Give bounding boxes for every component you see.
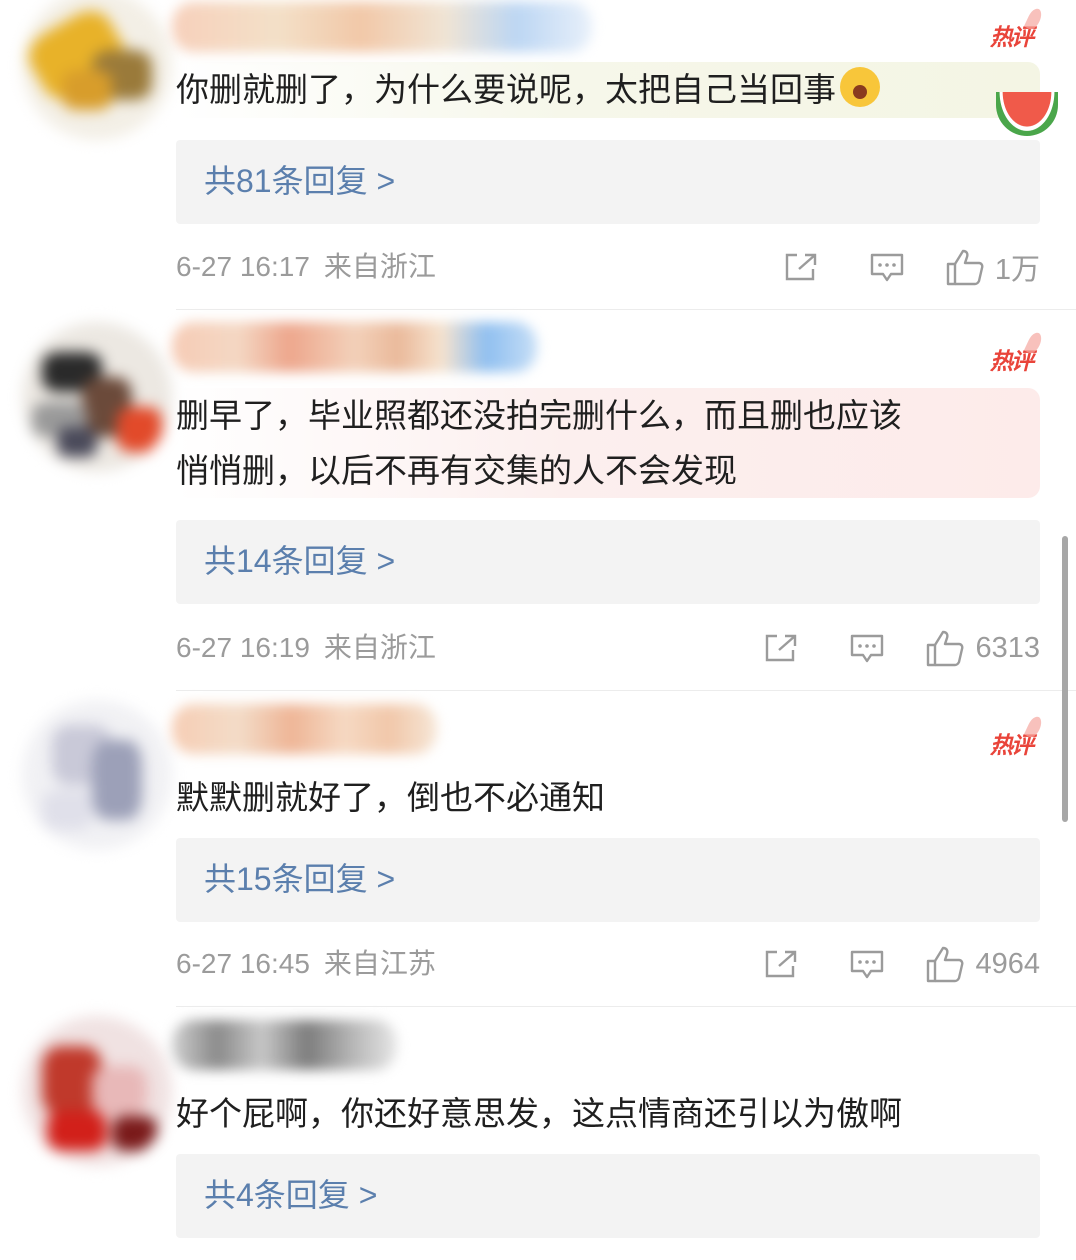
like-button[interactable]: 6313 [925,629,1040,667]
like-count: 4964 [975,947,1040,980]
username-blurred[interactable] [172,2,592,52]
share-button[interactable] [783,251,819,283]
comment-meta: 6-27 16:17 来自浙江 1万 [176,247,1040,287]
comment-time: 6-27 16:19 [176,632,310,663]
thumbs-up-icon [946,249,984,286]
comment-meta: 6-27 16:19 来自浙江 6313 [176,628,1040,668]
comment-location: 来自江苏 [323,948,436,979]
comment-button[interactable] [869,251,905,283]
comment-item: 热评 你删就删了，为什么要说呢，太把自己当回事 共81条回复 > 6-27 16… [0,0,1076,310]
like-count: 6313 [975,631,1040,664]
avatar[interactable] [22,0,172,140]
comment-actions: 1万 [783,247,1040,287]
comment-text: 你删就删了，为什么要说呢，太把自己当回事 [176,62,1040,118]
comment-actions: 4964 [763,944,1040,984]
hot-comment-badge: 热评 [990,726,1034,760]
like-count: 1万 [994,254,1040,286]
avatar[interactable] [22,1016,172,1166]
username-blurred[interactable] [172,322,537,372]
watermelon-sticker-icon [996,92,1058,136]
comment-icon [851,950,884,979]
username-blurred[interactable] [172,704,437,754]
comment-item: 热评 默默删就好了，倒也不必通知 共15条回复 > 6-27 16:45 来自江苏… [0,690,1076,1006]
view-replies-link[interactable]: 共15条回复 > [204,856,395,902]
comment-icon [851,634,884,663]
comment-text: 默默删就好了，倒也不必通知 [176,778,605,817]
comment-button[interactable] [849,948,885,980]
comment-location: 来自浙江 [323,251,436,282]
avatar[interactable] [22,322,172,472]
comment-button[interactable] [849,632,885,664]
comment-text: 删早了，毕业照都还没拍完删什么，而且删也应该 悄悄删，以后不再有交集的人不会发现 [176,388,1040,498]
avatar[interactable] [22,700,172,850]
share-icon [766,634,797,662]
username-blurred[interactable] [172,1020,397,1070]
reply-summary-box[interactable]: 共4条回复 > [176,1154,1040,1238]
like-button[interactable]: 1万 [945,246,1040,288]
like-button[interactable]: 4964 [925,945,1040,983]
reply-summary-box[interactable]: 共14条回复 > [176,520,1040,604]
view-replies-link[interactable]: 共81条回复 > [204,158,395,204]
comment-item: 好个屁啊，你还好意思发，这点情商还引以为傲啊 共4条回复 > [0,1006,1076,1260]
thumbs-up-icon [927,630,964,667]
share-button[interactable] [763,948,799,980]
comment-time: 6-27 16:45 [176,948,310,979]
comment-location: 来自浙江 [323,632,436,663]
share-icon [785,253,817,281]
comment-item: 热评 删早了，毕业照都还没拍完删什么，而且删也应该 悄悄删，以后不再有交集的人不… [0,310,1076,690]
thumbs-up-icon [927,946,964,983]
view-replies-link[interactable]: 共4条回复 > [204,1172,377,1218]
comment-text: 好个屁啊，你还好意思发，这点情商还引以为傲啊 [176,1094,902,1133]
hot-comment-badge: 热评 [990,18,1034,52]
comment-time: 6-27 16:17 [176,251,310,282]
hot-comment-badge: 热评 [990,342,1034,376]
comment-icon [870,253,904,282]
scrollbar[interactable] [1062,536,1068,822]
reply-summary-box[interactable]: 共81条回复 > [176,140,1040,224]
crying-face-emoji-icon [840,67,880,107]
comment-actions: 6313 [763,628,1040,668]
share-icon [766,950,797,978]
reply-summary-box[interactable]: 共15条回复 > [176,838,1040,922]
comment-meta: 6-27 16:45 来自江苏 4964 [176,944,1040,984]
view-replies-link[interactable]: 共14条回复 > [204,538,395,584]
share-button[interactable] [763,632,799,664]
